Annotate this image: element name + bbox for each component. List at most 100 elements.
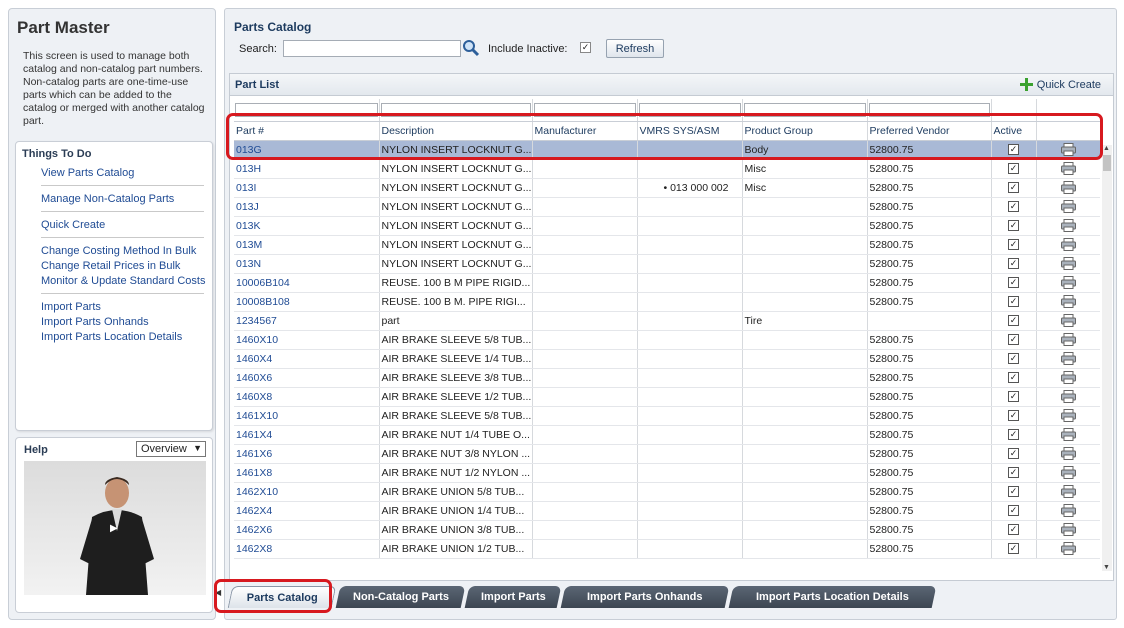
table-row[interactable]: 1462X10 AIR BRAKE UNION 5/8 TUB... 52800.7… xyxy=(234,482,1100,502)
active-checkbox[interactable]: ✓ xyxy=(1008,239,1019,251)
cell-part[interactable]: 1460X4 xyxy=(234,349,380,369)
cell-part[interactable]: 1461X4 xyxy=(234,425,380,445)
printer-icon[interactable] xyxy=(1060,276,1076,289)
quick-create-button[interactable]: Quick Create xyxy=(1019,78,1101,91)
tab-import-parts[interactable]: Import Parts xyxy=(464,586,562,608)
printer-icon[interactable] xyxy=(1060,238,1076,251)
search-icon[interactable] xyxy=(462,39,480,57)
printer-icon[interactable] xyxy=(1060,504,1076,517)
todo-link[interactable]: Import Parts xyxy=(41,300,212,315)
active-checkbox[interactable]: ✓ xyxy=(1008,334,1019,346)
table-row[interactable]: 1462X4 AIR BRAKE UNION 1/4 TUB... 52800.75… xyxy=(234,501,1100,521)
active-checkbox[interactable]: ✓ xyxy=(1008,467,1019,479)
cell-part[interactable]: 1460X8 xyxy=(234,387,380,407)
printer-icon[interactable] xyxy=(1060,371,1076,384)
table-row[interactable]: 10008B108 REUSE. 100 B M. PIPE RIGI... 528… xyxy=(234,292,1100,312)
active-checkbox[interactable]: ✓ xyxy=(1008,543,1019,555)
printer-icon[interactable] xyxy=(1060,257,1076,270)
cell-part[interactable]: 1462X4 xyxy=(234,501,380,521)
scroll-up-icon[interactable]: ▲ xyxy=(1103,145,1110,152)
printer-icon[interactable] xyxy=(1060,333,1076,346)
tab-import-parts-location-details[interactable]: Import Parts Location Details xyxy=(728,586,937,608)
cell-part[interactable]: 1461X10 xyxy=(234,406,380,426)
table-row[interactable]: 1461X10 AIR BRAKE SLEEVE 5/8 TUB... 52800.… xyxy=(234,406,1100,426)
table-row[interactable]: 013I NYLON INSERT LOCKNUT G... • 013 000 0… xyxy=(234,178,1100,198)
active-checkbox[interactable]: ✓ xyxy=(1008,277,1019,289)
cell-part[interactable]: 013I xyxy=(234,178,380,198)
printer-icon[interactable] xyxy=(1060,485,1076,498)
help-video[interactable]: ▶ xyxy=(24,461,206,595)
todo-link[interactable]: Change Retail Prices in Bulk xyxy=(41,259,212,274)
tab-import-parts-onhands[interactable]: Import Parts Onhands xyxy=(560,586,730,608)
cell-part[interactable]: 10006B104 xyxy=(234,273,380,293)
cell-part[interactable]: 013K xyxy=(234,216,380,236)
todo-link[interactable]: Manage Non-Catalog Parts xyxy=(41,192,212,207)
todo-link[interactable]: Change Costing Method In Bulk xyxy=(41,244,212,259)
printer-icon[interactable] xyxy=(1060,428,1076,441)
scroll-thumb[interactable] xyxy=(1103,155,1111,171)
todo-link[interactable]: Import Parts Location Details xyxy=(41,330,212,345)
printer-icon[interactable] xyxy=(1060,314,1076,327)
active-checkbox[interactable]: ✓ xyxy=(1008,429,1019,441)
table-row[interactable]: 1462X8 AIR BRAKE UNION 1/2 TUB... 52800.75… xyxy=(234,539,1100,559)
active-checkbox[interactable]: ✓ xyxy=(1008,182,1019,194)
table-row[interactable]: 1460X8 AIR BRAKE SLEEVE 1/2 TUB... 52800.7… xyxy=(234,387,1100,407)
table-row[interactable]: 013H NYLON INSERT LOCKNUT G... Misc 52800.7… xyxy=(234,159,1100,179)
help-topic-select[interactable]: Overview ▼ xyxy=(136,441,206,457)
search-input[interactable] xyxy=(283,40,461,57)
cell-part[interactable]: 013N xyxy=(234,254,380,274)
todo-link[interactable]: View Parts Catalog xyxy=(41,166,212,181)
active-checkbox[interactable]: ✓ xyxy=(1008,353,1019,365)
cell-part[interactable]: 1461X8 xyxy=(234,463,380,483)
printer-icon[interactable] xyxy=(1060,352,1076,365)
play-icon[interactable]: ▶ xyxy=(110,523,118,534)
table-row[interactable]: 1460X4 AIR BRAKE SLEEVE 1/4 TUB... 52800.7… xyxy=(234,349,1100,369)
active-checkbox[interactable]: ✓ xyxy=(1008,391,1019,403)
printer-icon[interactable] xyxy=(1060,390,1076,403)
table-row[interactable]: 1461X6 AIR BRAKE NUT 3/8 NYLON ... 52800.7… xyxy=(234,444,1100,464)
table-row[interactable]: 1234567 part Tire ✓ xyxy=(234,311,1100,331)
printer-icon[interactable] xyxy=(1060,219,1076,232)
todo-link[interactable]: Quick Create xyxy=(41,218,212,233)
table-row[interactable]: 1460X10 AIR BRAKE SLEEVE 5/8 TUB... 52800.… xyxy=(234,330,1100,350)
printer-icon[interactable] xyxy=(1060,523,1076,536)
cell-part[interactable]: 1462X6 xyxy=(234,520,380,540)
cell-part[interactable]: 1234567 xyxy=(234,311,380,331)
active-checkbox[interactable]: ✓ xyxy=(1008,163,1019,175)
table-row[interactable]: 10006B104 REUSE. 100 B M PIPE RIGID... 528… xyxy=(234,273,1100,293)
table-row[interactable]: 013N NYLON INSERT LOCKNUT G... 52800.75 ✓ xyxy=(234,254,1100,274)
active-checkbox[interactable]: ✓ xyxy=(1008,201,1019,213)
active-checkbox[interactable]: ✓ xyxy=(1008,315,1019,327)
table-row[interactable]: 1461X4 AIR BRAKE NUT 1/4 TUBE O... 52800.7… xyxy=(234,425,1100,445)
refresh-button[interactable]: Refresh xyxy=(606,39,664,58)
table-row[interactable]: 013K NYLON INSERT LOCKNUT G... 52800.75 ✓ xyxy=(234,216,1100,236)
printer-icon[interactable] xyxy=(1060,181,1076,194)
table-row[interactable]: 013J NYLON INSERT LOCKNUT G... 52800.75 ✓ xyxy=(234,197,1100,217)
cell-part[interactable]: 1462X10 xyxy=(234,482,380,502)
active-checkbox[interactable]: ✓ xyxy=(1008,258,1019,270)
active-checkbox[interactable]: ✓ xyxy=(1008,410,1019,422)
printer-icon[interactable] xyxy=(1060,466,1076,479)
printer-icon[interactable] xyxy=(1060,447,1076,460)
include-inactive-checkbox[interactable]: ✓ xyxy=(580,42,591,53)
printer-icon[interactable] xyxy=(1060,409,1076,422)
table-row[interactable]: 1460X6 AIR BRAKE SLEEVE 3/8 TUB... 52800.7… xyxy=(234,368,1100,388)
cell-part[interactable]: 1460X6 xyxy=(234,368,380,388)
active-checkbox[interactable]: ✓ xyxy=(1008,448,1019,460)
todo-link[interactable]: Import Parts Onhands xyxy=(41,315,212,330)
printer-icon[interactable] xyxy=(1060,162,1076,175)
active-checkbox[interactable]: ✓ xyxy=(1008,372,1019,384)
cell-part[interactable]: 013H xyxy=(234,159,380,179)
cell-part[interactable]: 013J xyxy=(234,197,380,217)
cell-part[interactable]: 1460X10 xyxy=(234,330,380,350)
printer-icon[interactable] xyxy=(1060,542,1076,555)
cell-part[interactable]: 013M xyxy=(234,235,380,255)
table-row[interactable]: 013M NYLON INSERT LOCKNUT G... 52800.75 ✓ xyxy=(234,235,1100,255)
printer-icon[interactable] xyxy=(1060,295,1076,308)
table-row[interactable]: 1462X6 AIR BRAKE UNION 3/8 TUB... 52800.75… xyxy=(234,520,1100,540)
vertical-scrollbar[interactable]: ▲ ▼ xyxy=(1102,145,1112,571)
table-row[interactable]: 1461X8 AIR BRAKE NUT 1/2 NYLON ... 52800.7… xyxy=(234,463,1100,483)
cell-part[interactable]: 10008B108 xyxy=(234,292,380,312)
cell-part[interactable]: 1461X6 xyxy=(234,444,380,464)
cell-part[interactable]: 1462X8 xyxy=(234,539,380,559)
